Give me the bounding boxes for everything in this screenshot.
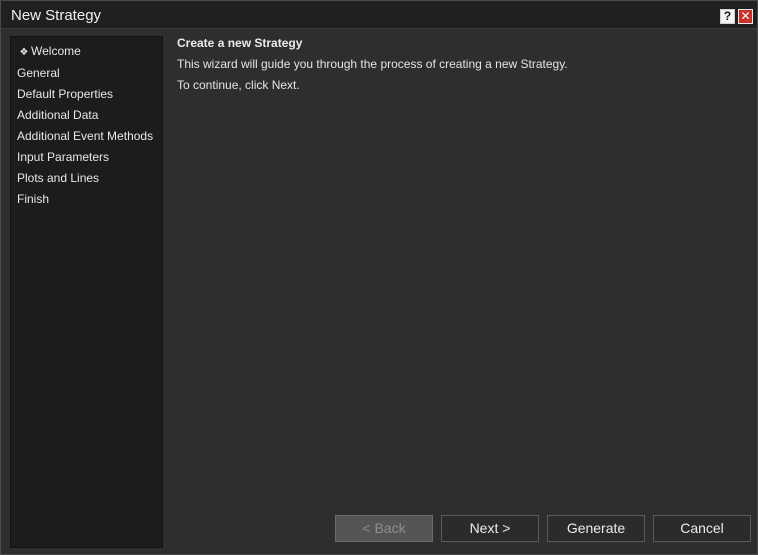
sidebar-item-label: Additional Data <box>17 108 99 122</box>
close-icon[interactable]: ✕ <box>738 9 753 24</box>
sidebar-item-welcome[interactable]: ❖ Welcome <box>17 42 81 60</box>
title-bar: New Strategy ? ✕ <box>1 1 757 29</box>
back-button[interactable]: < Back <box>335 515 433 542</box>
sidebar-item-label: Default Properties <box>17 87 114 101</box>
sidebar-item-label: Finish <box>17 192 50 206</box>
diamond-bullet-icon: ❖ <box>19 47 29 58</box>
sidebar-item-label: Input Parameters <box>17 150 110 164</box>
generate-button[interactable]: Generate <box>547 515 645 542</box>
wizard-steps-sidebar: ❖ Welcome General Default Properties Addi… <box>10 36 163 548</box>
sidebar-item-label: General <box>17 66 60 80</box>
sidebar-item-label: Welcome <box>31 44 81 58</box>
sidebar-item-additional-data[interactable]: Additional Data <box>17 106 98 124</box>
sidebar-item-finish[interactable]: Finish <box>17 190 49 208</box>
next-button[interactable]: Next > <box>441 515 539 542</box>
sidebar-item-additional-event-methods[interactable]: Additional Event Methods <box>17 127 153 145</box>
content-instruction: To continue, click Next. <box>177 78 300 92</box>
new-strategy-dialog: New Strategy ? ✕ ❖ Welcome General Defaul… <box>0 0 758 555</box>
sidebar-item-plots-and-lines[interactable]: Plots and Lines <box>17 169 99 187</box>
content-description: This wizard will guide you through the p… <box>177 57 568 71</box>
sidebar-item-default-properties[interactable]: Default Properties <box>17 85 113 103</box>
sidebar-item-label: Plots and Lines <box>17 171 100 185</box>
cancel-button[interactable]: Cancel <box>653 515 751 542</box>
window-title: New Strategy <box>11 7 102 24</box>
sidebar-item-input-parameters[interactable]: Input Parameters <box>17 148 109 166</box>
sidebar-item-general[interactable]: General <box>17 64 60 82</box>
content-heading: Create a new Strategy <box>177 36 303 50</box>
help-icon[interactable]: ? <box>720 9 735 24</box>
sidebar-item-label: Additional Event Methods <box>17 129 154 143</box>
